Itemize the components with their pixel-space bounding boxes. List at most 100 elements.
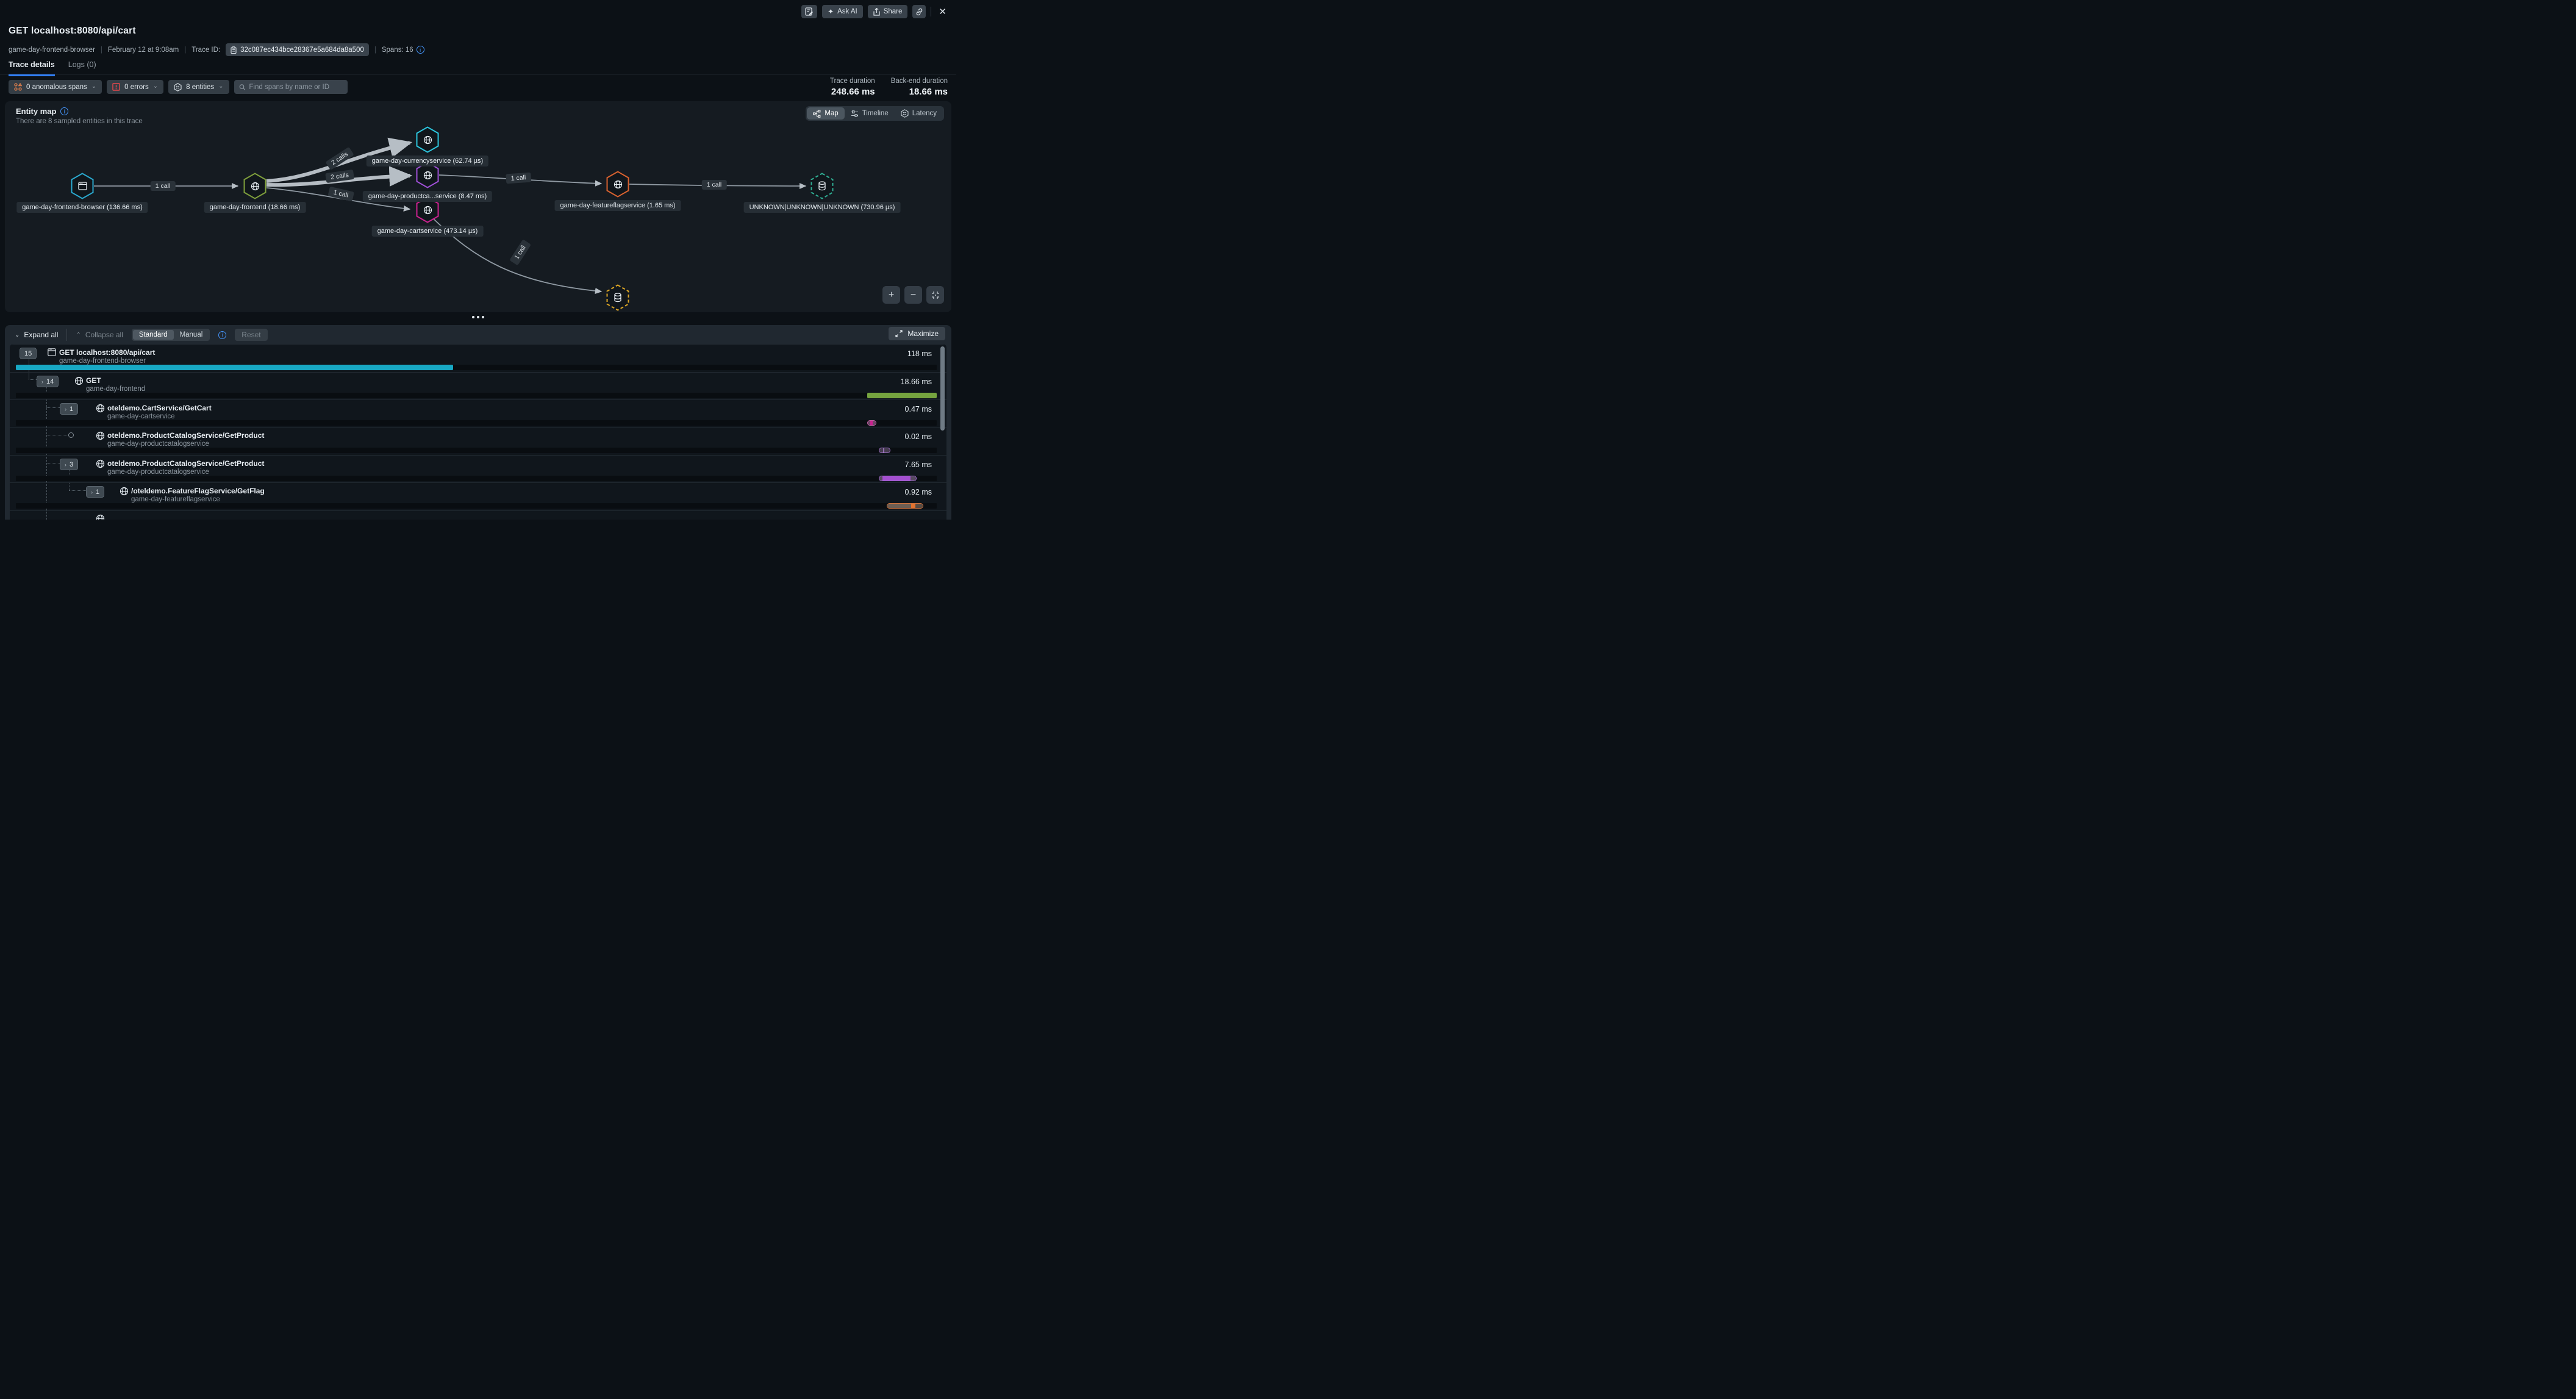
- info-icon[interactable]: i: [60, 107, 68, 115]
- share-button[interactable]: Share: [868, 5, 908, 18]
- mode-manual-button[interactable]: Manual: [174, 330, 209, 340]
- span-bar[interactable]: [879, 448, 890, 453]
- entity-node-unknown[interactable]: [810, 173, 834, 199]
- edge-call-count-label: 1 call: [506, 173, 531, 184]
- errors-label: 0 errors: [124, 84, 149, 91]
- entity-node-currency[interactable]: [416, 126, 439, 153]
- chevron-right-icon: ›: [65, 462, 66, 468]
- browser-icon: [71, 173, 94, 199]
- anomalous-spans-filter[interactable]: 0 anomalous spans ⌄: [9, 80, 102, 94]
- span-count-badge[interactable]: › 14: [37, 376, 59, 387]
- close-button[interactable]: ✕: [936, 6, 949, 17]
- span-row[interactable]: › 3 oteldemo.ProductCatalogService/GetPr…: [10, 455, 946, 482]
- notes-icon: [805, 7, 814, 16]
- chevron-down-icon: ⌄: [218, 83, 223, 90]
- span-row[interactable]: oteldemo.ProductCatalogService/GetProduc…: [10, 427, 946, 454]
- span-count: 3: [70, 461, 73, 468]
- divider: |: [374, 46, 376, 54]
- trace-id-pill[interactable]: 32c087ec434bce28367e5a684da8a500: [226, 43, 369, 56]
- search-icon: [239, 84, 246, 91]
- info-icon[interactable]: i: [417, 46, 424, 54]
- span-title: oteldemo.CartService/GetCart: [107, 404, 212, 412]
- span-bar[interactable]: [887, 503, 923, 509]
- copy-link-button[interactable]: [912, 5, 926, 18]
- span-bar[interactable]: [16, 365, 453, 370]
- span-bar-segment: [884, 448, 890, 453]
- span-bar-segment: [911, 476, 916, 481]
- fit-view-button[interactable]: [926, 286, 944, 304]
- entity-node-featureflag[interactable]: [606, 171, 629, 198]
- span-rows: 15 GET localhost:8080/api/cart game-day-…: [10, 344, 946, 520]
- spans-count: Spans: 16 i: [382, 46, 424, 54]
- span-bar[interactable]: [867, 420, 876, 426]
- maximize-icon: [895, 330, 903, 337]
- panel-resize-handle[interactable]: [0, 316, 956, 318]
- span-count-badge[interactable]: › 1: [86, 486, 104, 498]
- entity-node-browser[interactable]: [71, 173, 94, 199]
- span-count: 15: [24, 350, 32, 357]
- errors-filter[interactable]: 0 errors ⌄: [107, 80, 163, 94]
- entity-node-redis[interactable]: [606, 284, 629, 311]
- span-track: [16, 365, 937, 370]
- share-icon: [873, 8, 880, 16]
- span-count: 1: [70, 406, 73, 413]
- span-search[interactable]: [234, 80, 348, 94]
- map-view-icon: [813, 110, 821, 118]
- entity-node-frontend[interactable]: [243, 173, 267, 199]
- view-map-button[interactable]: Map: [807, 107, 844, 120]
- maximize-button[interactable]: Maximize: [889, 327, 945, 340]
- globe-icon: [96, 514, 105, 520]
- edge-call-count-label: 1 call: [702, 180, 727, 190]
- entities-filter[interactable]: 8 entities ⌄: [168, 80, 229, 94]
- span-row[interactable]: › 14 GET game-day-frontend 18.66 ms: [10, 372, 946, 399]
- mode-switcher: Standard Manual: [132, 329, 210, 341]
- trace-meta: game-day-frontend-browser | February 12 …: [9, 43, 424, 56]
- span-row[interactable]: › 1 oteldemo.CartService/GetCart game-da…: [10, 399, 946, 427]
- entity-node-label: game-day-featureflagservice (1.65 ms): [555, 200, 681, 211]
- span-row[interactable]: 15 GET localhost:8080/api/cart game-day-…: [10, 344, 946, 371]
- zoom-in-button[interactable]: +: [882, 286, 900, 304]
- backend-duration: Back-end duration 18.66 ms: [891, 77, 948, 97]
- expand-all-button[interactable]: ⌄ Expand all: [15, 331, 58, 339]
- span-service: game-day-cartservice: [107, 413, 175, 420]
- reset-button[interactable]: Reset: [235, 329, 267, 341]
- info-icon[interactable]: i: [218, 331, 226, 339]
- span-search-input[interactable]: [249, 84, 342, 91]
- entity-map-title: Entity map i: [16, 107, 68, 116]
- latency-view-icon: [901, 109, 909, 118]
- span-track: [16, 448, 937, 453]
- vertical-scrollbar[interactable]: [940, 346, 945, 431]
- backend-duration-label: Back-end duration: [891, 77, 948, 85]
- span-service: game-day-productcatalogservice: [107, 440, 209, 448]
- notes-button[interactable]: [801, 5, 817, 18]
- span-title: GET: [86, 376, 101, 385]
- view-latency-button[interactable]: Latency: [895, 107, 943, 120]
- span-count-badge[interactable]: › 1: [60, 403, 78, 415]
- view-timeline-label: Timeline: [862, 110, 889, 117]
- span-duration: 18.66 ms: [901, 377, 932, 386]
- span-count-badge[interactable]: 15: [20, 348, 37, 359]
- trace-id-label: Trace ID:: [191, 46, 220, 54]
- span-waterfall-panel: ⌄ Expand all ⌃ Collapse all Standard Man…: [5, 325, 951, 520]
- span-row[interactable]: [10, 510, 946, 520]
- span-bar[interactable]: [879, 476, 917, 481]
- span-duration: 118 ms: [907, 349, 932, 358]
- span-count-badge[interactable]: › 3: [60, 459, 78, 470]
- collapse-all-button[interactable]: ⌃ Collapse all: [76, 331, 123, 339]
- view-timeline-button[interactable]: Timeline: [845, 107, 895, 120]
- span-row[interactable]: › 1 /oteldemo.FeatureFlagService/GetFlag…: [10, 482, 946, 510]
- zoom-out-button[interactable]: −: [904, 286, 922, 304]
- db-icon: [810, 173, 834, 199]
- span-duration: 0.47 ms: [905, 405, 932, 413]
- mode-standard-button[interactable]: Standard: [133, 330, 174, 340]
- span-bar[interactable]: [867, 393, 937, 398]
- span-track: [16, 393, 937, 398]
- entity-node-label: game-day-cartservice (473.14 µs): [372, 226, 484, 237]
- view-map-label: Map: [825, 110, 838, 117]
- edge-call-count-label: 1 call: [151, 181, 176, 191]
- chevron-down-icon: ⌄: [15, 332, 20, 338]
- map-zoom-controls: + −: [882, 286, 944, 304]
- ask-ai-button[interactable]: ✦ Ask AI: [822, 5, 863, 18]
- globe-icon: [120, 487, 129, 496]
- span-bar-segment: [915, 504, 923, 508]
